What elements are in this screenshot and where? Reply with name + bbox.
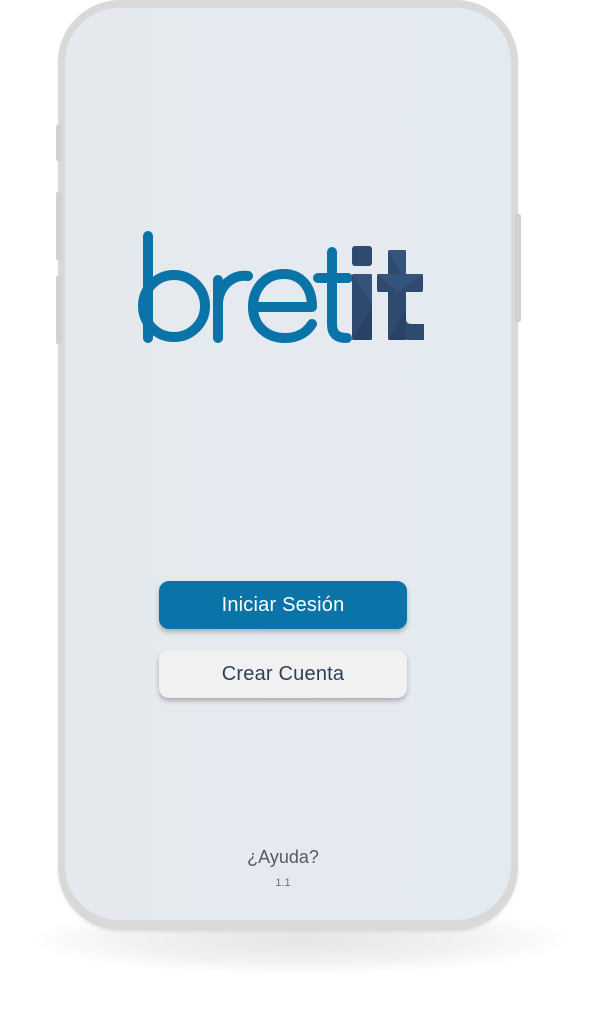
bretit-logo-graphic: bretit	[138, 231, 424, 343]
app-screen	[65, 8, 511, 920]
volume-down-button	[56, 276, 62, 344]
power-button	[515, 214, 521, 322]
create-account-button[interactable]: Crear Cuenta	[159, 650, 407, 698]
mute-switch	[56, 125, 62, 161]
volume-up-button	[56, 192, 62, 260]
app-preview: bretit	[0, 0, 600, 1013]
bretit-logo: bretit	[136, 224, 432, 354]
login-button[interactable]: Iniciar Sesión	[159, 581, 407, 629]
version-label: 1.1	[275, 877, 291, 889]
help-link[interactable]: ¿Ayuda?	[159, 847, 407, 868]
